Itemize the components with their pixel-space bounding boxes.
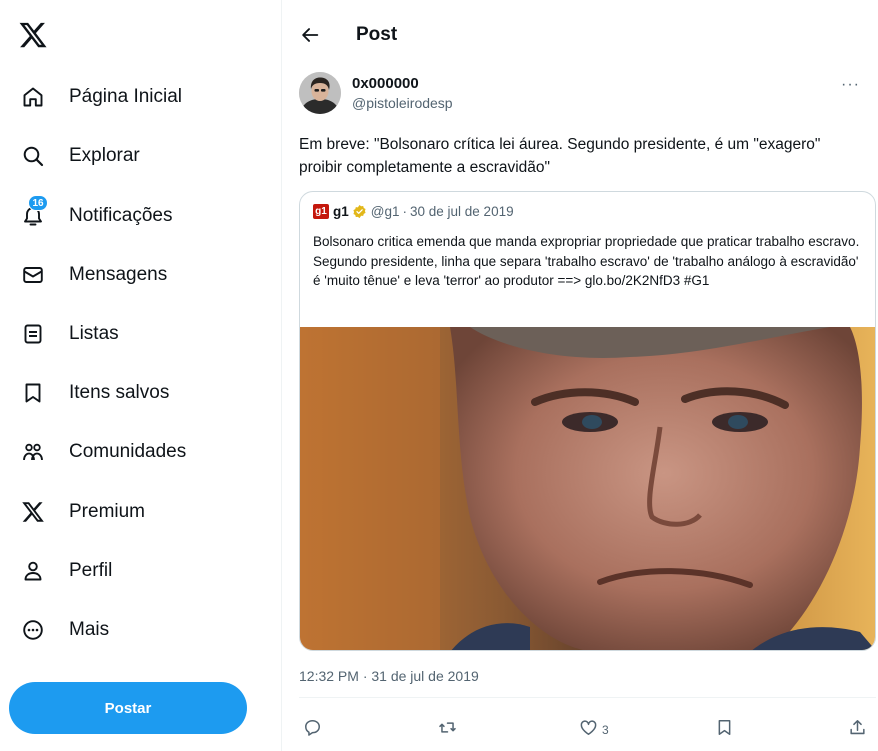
share-button[interactable] [848, 718, 867, 742]
repost-button[interactable] [438, 718, 457, 742]
left-sidebar: Página Inicial Explorar 16 Notificações … [0, 0, 282, 751]
verified-badge-icon [352, 204, 367, 219]
nav-communities[interactable]: Comunidades [20, 432, 186, 472]
quoted-handle: @g1 [370, 204, 400, 219]
quoted-date: 30 de jul de 2019 [410, 204, 514, 219]
tweet-timestamp[interactable]: 12:32 PM · 31 de jul de 2019 [299, 668, 479, 684]
nav-lists-label: Listas [69, 323, 119, 344]
notification-badge: 16 [28, 195, 48, 211]
reply-icon [303, 718, 322, 742]
mail-icon [20, 262, 46, 288]
nav-notifications[interactable]: 16 Notificações [20, 195, 173, 236]
bookmark-icon [715, 718, 734, 742]
post-button[interactable]: Postar [9, 682, 247, 734]
person-icon [20, 558, 46, 584]
bookmark-button[interactable] [715, 718, 734, 742]
quoted-separator: · [402, 204, 408, 219]
nav-premium[interactable]: Premium [20, 492, 145, 532]
like-count: 3 [602, 723, 609, 737]
more-circle-icon [20, 617, 46, 643]
page-title: Post [356, 24, 398, 45]
divider [299, 697, 876, 698]
heart-icon [579, 718, 598, 742]
main-column: Post 0x000000 @pistoleirodesp ··· Em bre… [283, 0, 878, 751]
avatar[interactable] [299, 72, 341, 114]
more-options-button[interactable]: ··· [841, 76, 860, 94]
like-button[interactable]: 3 [579, 718, 609, 742]
nav-bookmarks[interactable]: Itens salvos [20, 373, 169, 413]
x-logo-icon[interactable] [18, 20, 48, 50]
quoted-tweet-photo[interactable] [300, 327, 875, 650]
nav-more[interactable]: Mais [20, 610, 109, 650]
tweet-text: Em breve: "Bolsonaro crítica lei áurea. … [299, 136, 821, 176]
nav-home-label: Página Inicial [69, 86, 183, 107]
nav-notifications-label: Notificações [69, 205, 173, 226]
g1-logo: g1 [313, 204, 329, 219]
nav-profile[interactable]: Perfil [20, 551, 112, 591]
nav-explore[interactable]: Explorar [20, 136, 140, 176]
nav-lists[interactable]: Listas [20, 314, 119, 354]
display-name[interactable]: 0x000000 [352, 75, 419, 92]
search-icon [20, 143, 46, 169]
nav-profile-label: Perfil [69, 560, 113, 581]
nav-explore-label: Explorar [69, 145, 140, 166]
user-handle[interactable]: @pistoleirodesp [352, 95, 453, 111]
nav-premium-label: Premium [69, 501, 146, 522]
x-logo-icon [20, 499, 46, 525]
share-icon [848, 718, 867, 742]
nav-bookmarks-label: Itens salvos [69, 382, 170, 403]
quoted-display-name: g1 [333, 204, 349, 219]
quoted-tweet-header: g1 g1 @g1 · 30 de jul de 2019 [313, 204, 514, 219]
quoted-tweet[interactable]: g1 g1 @g1 · 30 de jul de 2019 Bolsonaro … [299, 191, 876, 651]
quoted-tweet-text: Bolsonaro critica emenda que manda expro… [313, 234, 860, 288]
communities-icon [20, 439, 46, 465]
nav-communities-label: Comunidades [69, 441, 187, 462]
nav-messages[interactable]: Mensagens [20, 255, 167, 295]
reply-button[interactable] [303, 718, 322, 742]
list-icon [20, 321, 46, 347]
bell-icon: 16 [20, 195, 48, 229]
bookmark-icon [20, 380, 46, 406]
repost-icon [438, 718, 457, 742]
home-icon [20, 84, 46, 110]
nav-more-label: Mais [69, 619, 110, 640]
nav-home[interactable]: Página Inicial [20, 77, 182, 117]
back-arrow-icon[interactable] [299, 24, 321, 46]
nav-messages-label: Mensagens [69, 264, 168, 285]
